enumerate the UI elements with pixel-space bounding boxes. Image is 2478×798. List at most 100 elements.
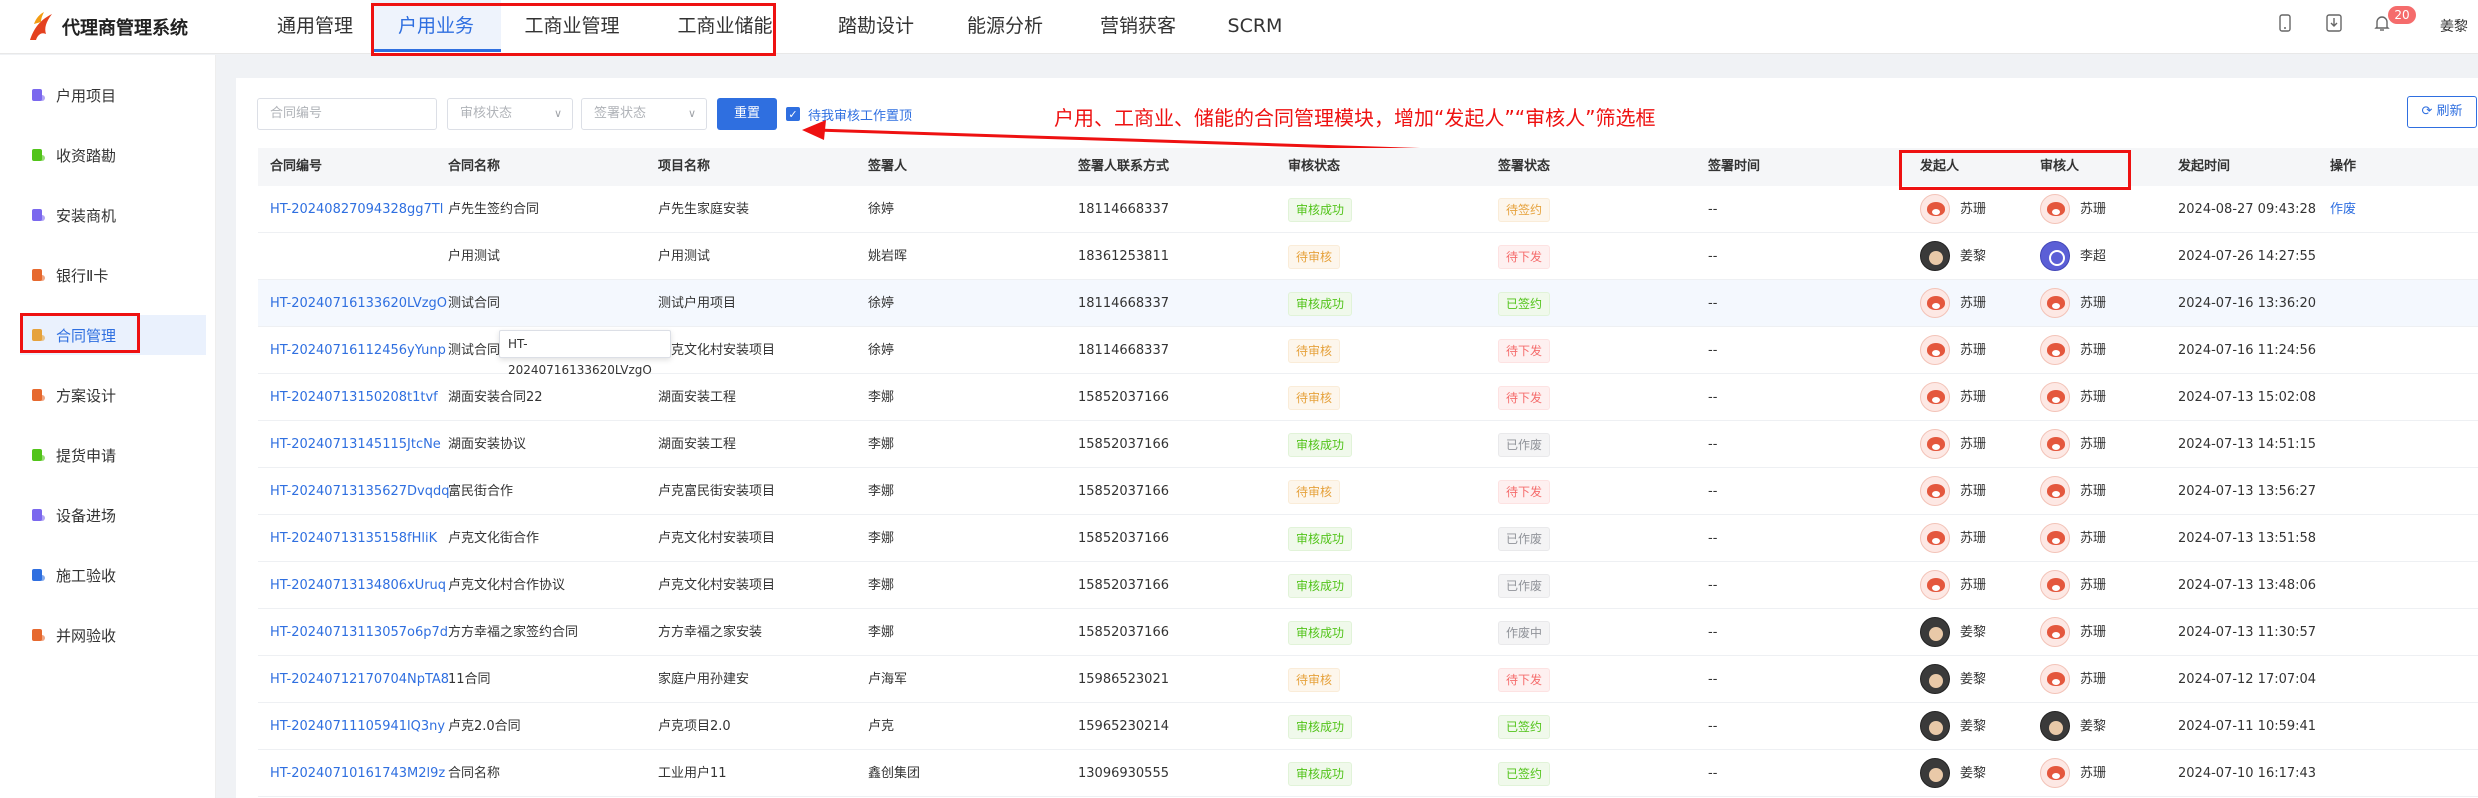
table-row[interactable]: HT-20240716133620LVzgO 测试合同 测试户用项目 徐婷 181146… [258,280,2478,327]
reset-button[interactable]: 重置 [717,98,777,130]
sidebar-item-3[interactable]: 银行Ⅱ卡 [20,255,206,295]
audit-status-badge: 审核成功 [1288,715,1353,739]
contract-no-link[interactable]: HT-20240712170704NpTA8 [270,656,449,703]
table-header: 合同编号 合同名称 项目名称 签署人 签署人联系方式 审核状态 签署状态 签署时间 发起人 审核人… [258,148,2478,186]
sign-status-badge: 已签约 [1498,762,1551,786]
nav-tab-5[interactable]: 能源分析 [950,0,1060,52]
signer-name: 李娜 [868,437,895,452]
nav-tab-1[interactable]: 户用业务 [371,0,501,52]
contract-no-link[interactable]: HT-20240716112456yYunp [270,327,446,374]
app-logo[interactable]: 代理商管理系统 [26,10,188,44]
sidebar-item-0[interactable]: 户用项目 [20,75,206,115]
nav-tab-3[interactable]: 工商业储能 [660,0,790,52]
initiator-avatar [1920,523,1950,553]
sidebar-item-5[interactable]: 方案设计 [20,375,206,415]
contract-no-input[interactable]: 合同编号 [257,98,437,130]
sign-time: -- [1708,343,1718,358]
contract-no-link[interactable]: HT-20240713113057o6p7d [270,609,448,656]
pickup-icon [28,445,48,465]
sidebar-item-7[interactable]: 设备进场 [20,495,206,535]
contract-no-link[interactable]: HT-20240827094328gg7Tl [270,186,443,233]
nav-tab-2[interactable]: 工商业管理 [502,0,642,52]
audit-status-badge: 审核成功 [1288,621,1353,645]
opportunity-icon [28,205,48,225]
refresh-button[interactable]: ⟳ 刷新 [2407,96,2477,128]
table-row[interactable]: 户用测试 户用测试 姚岩晖 18361253811 待审核 待下发 -- 姜黎 李超 2024-0… [258,233,2478,280]
void-action-link[interactable]: 作废 [2330,186,2356,233]
column-header-5[interactable]: 审核状态 [1288,148,1340,186]
contract-no-link[interactable]: HT-20240713135158fHliK [270,515,437,562]
sign-status-select[interactable]: 签署状态 ∨ [581,98,707,130]
contract-name: 11合同 [448,672,491,687]
table-row[interactable]: HT-20240711105941lQ3ny 卢克2.0合同 卢克项目2.0 卢克 15… [258,703,2478,750]
table-row[interactable]: HT-20240827094328gg7Tl 卢先生签约合同 卢先生家庭安装 徐婷 18… [258,186,2478,233]
table-row[interactable]: HT-20240713145115JtcNe 湖面安装协议 湖面安装工程 李娜 1585… [258,421,2478,468]
contract-no-link[interactable]: HT-20240710161743M2l9z [270,750,445,797]
contract-no-link[interactable]: HT-20240716133620LVzgO [270,280,447,327]
sidebar-item-9[interactable]: 并网验收 [20,615,206,655]
nav-tab-0[interactable]: 通用管理 [265,0,365,52]
initiator-avatar [1920,570,1950,600]
nav-tab-6[interactable]: 营销获客 [1078,0,1198,52]
user-name[interactable]: 姜黎 [2440,16,2468,36]
initiator-avatar [1920,429,1950,459]
table-row[interactable]: HT-20240713134806xUruq 卢克文化村合作协议 卢克文化村安装项目… [258,562,2478,609]
column-header-9[interactable]: 审核人 [2040,148,2079,186]
pending-top-checkbox[interactable]: ✓ [786,107,800,121]
table-row[interactable]: HT-20240713135627Dvqdq 富民街合作 卢克富民街安装项目 李娜 15… [258,468,2478,515]
project-name: 方方幸福之家安装 [658,625,763,640]
reviewer-name: 苏珊 [2080,625,2107,640]
table-row[interactable]: HT-20240713113057o6p7d 方方幸福之家签约合同 方方幸福之家安装… [258,609,2478,656]
column-header-11[interactable]: 操作 [2330,148,2356,186]
contract-name: 卢克2.0合同 [448,719,521,734]
project-name: 工业用户11 [658,766,727,781]
sign-status-placeholder: 签署状态 [594,106,647,121]
reviewer-avatar [2040,382,2070,412]
column-header-10[interactable]: 发起时间 [2178,148,2230,186]
nav-tab-4[interactable]: 踏勘设计 [816,0,936,52]
column-header-6[interactable]: 签署状态 [1498,148,1550,186]
column-header-1[interactable]: 合同名称 [448,148,500,186]
contract-no-link[interactable]: HT-20240713150208t1tvf [270,374,438,421]
sign-time: -- [1708,625,1718,640]
audit-status-badge: 待审核 [1288,245,1341,269]
sign-time: -- [1708,437,1718,452]
initiator-name: 苏珊 [1960,531,1987,546]
mobile-icon[interactable] [2273,14,2297,38]
contract-no-link[interactable]: HT-20240713135627Dvqdq [270,468,449,515]
sidebar-item-2[interactable]: 安装商机 [20,195,206,235]
sign-status-badge: 待下发 [1498,480,1551,504]
signer-name: 鑫创集团 [868,766,921,781]
sidebar-item-label: 户用项目 [56,86,117,105]
sidebar-item-1[interactable]: 收资踏勘 [20,135,206,175]
table-row[interactable]: HT-20240713135158fHliK 卢克文化街合作 卢克文化村安装项目 李娜… [258,515,2478,562]
sign-time: -- [1708,249,1718,264]
column-header-8[interactable]: 发起人 [1920,148,1959,186]
column-header-7[interactable]: 签署时间 [1708,148,1760,186]
sign-status-badge: 已签约 [1498,715,1551,739]
pending-top-label[interactable]: 待我审核工作置顶 [808,105,912,124]
sign-status-badge: 待下发 [1498,668,1551,692]
sidebar-item-6[interactable]: 提货申请 [20,435,206,475]
column-header-3[interactable]: 签署人 [868,148,907,186]
sign-time: -- [1708,202,1718,217]
sidebar-item-8[interactable]: 施工验收 [20,555,206,595]
initiator-avatar [1920,711,1950,741]
survey-icon [28,145,48,165]
nav-tab-7[interactable]: SCRM [1210,0,1300,52]
table-row[interactable]: HT-20240710161743M2l9z 合同名称 工业用户11 鑫创集团 1309… [258,750,2478,797]
sign-status-badge: 已作废 [1498,574,1551,598]
audit-status-select[interactable]: 审核状态 ∨ [447,98,573,130]
contract-no-link[interactable]: HT-20240711105941lQ3ny [270,703,445,750]
contract-no-link[interactable]: HT-20240713134806xUruq [270,562,446,609]
sidebar-item-4[interactable]: 合同管理 [20,315,206,355]
column-header-0[interactable]: 合同编号 [270,148,322,186]
download-icon[interactable] [2322,14,2346,38]
signer-phone: 18114668337 [1078,343,1169,358]
reviewer-name: 苏珊 [2080,202,2107,217]
contract-no-link[interactable]: HT-20240713145115JtcNe [270,421,441,468]
signer-name: 卢海军 [868,672,908,687]
column-header-4[interactable]: 签署人联系方式 [1078,148,1169,186]
table-row[interactable]: HT-20240712170704NpTA8 11合同 家庭户用孙建安 卢海军 1598… [258,656,2478,703]
column-header-2[interactable]: 项目名称 [658,148,710,186]
